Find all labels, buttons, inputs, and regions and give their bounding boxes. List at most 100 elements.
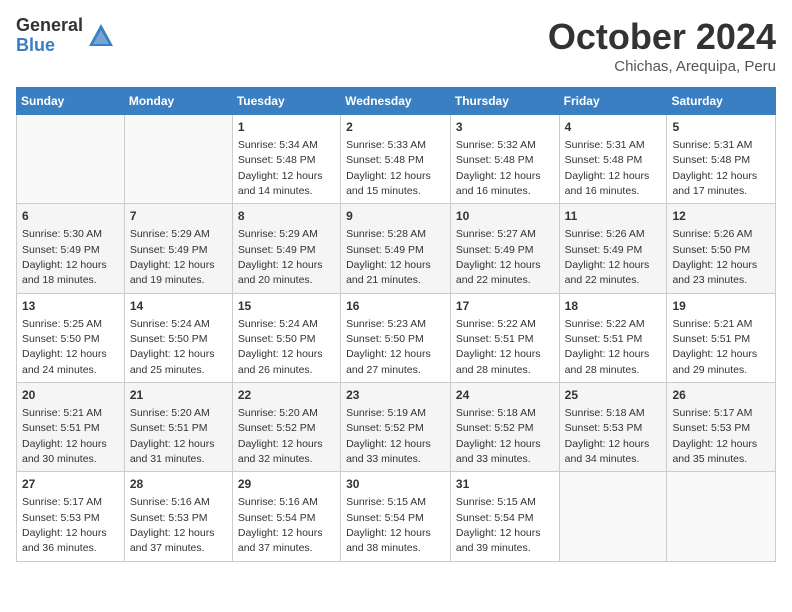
day-info: Sunrise: 5:23 AM Sunset: 5:50 PM Dayligh… bbox=[346, 318, 431, 376]
day-number: 12 bbox=[672, 208, 770, 225]
day-number: 3 bbox=[456, 119, 554, 136]
day-number: 27 bbox=[22, 476, 119, 493]
day-info: Sunrise: 5:22 AM Sunset: 5:51 PM Dayligh… bbox=[456, 318, 541, 376]
calendar-cell: 22 Sunrise: 5:20 AM Sunset: 5:52 PM Dayli… bbox=[232, 383, 340, 472]
calendar-cell bbox=[559, 472, 667, 561]
week-row-2: 6Sunrise: 5:30 AM Sunset: 5:49 PM Daylig… bbox=[17, 204, 776, 293]
calendar-cell: 13 Sunrise: 5:25 AM Sunset: 5:50 PM Dayli… bbox=[17, 293, 125, 382]
day-info: Sunrise: 5:25 AM Sunset: 5:50 PM Dayligh… bbox=[22, 318, 107, 376]
day-info: Sunrise: 5:22 AM Sunset: 5:51 PM Dayligh… bbox=[565, 318, 650, 376]
day-number: 22 bbox=[238, 387, 335, 404]
calendar-cell: 3Sunrise: 5:32 AM Sunset: 5:48 PM Daylig… bbox=[450, 115, 559, 204]
day-info: Sunrise: 5:15 AM Sunset: 5:54 PM Dayligh… bbox=[346, 496, 431, 554]
calendar-cell: 29 Sunrise: 5:16 AM Sunset: 5:54 PM Dayli… bbox=[232, 472, 340, 561]
day-info: Sunrise: 5:26 AM Sunset: 5:49 PM Dayligh… bbox=[565, 228, 650, 286]
calendar-cell: 7 Sunrise: 5:29 AM Sunset: 5:49 PM Daylig… bbox=[124, 204, 232, 293]
weekday-header-friday: Friday bbox=[559, 88, 667, 115]
day-info: Sunrise: 5:16 AM Sunset: 5:53 PM Dayligh… bbox=[130, 496, 215, 554]
day-info: Sunrise: 5:24 AM Sunset: 5:50 PM Dayligh… bbox=[130, 318, 215, 376]
day-number: 20 bbox=[22, 387, 119, 404]
weekday-header-monday: Monday bbox=[124, 88, 232, 115]
day-number: 7 bbox=[130, 208, 227, 225]
day-info: Sunrise: 5:29 AM Sunset: 5:49 PM Dayligh… bbox=[130, 228, 215, 286]
day-number: 16 bbox=[346, 298, 445, 315]
day-number: 26 bbox=[672, 387, 770, 404]
calendar-cell: 26 Sunrise: 5:17 AM Sunset: 5:53 PM Dayli… bbox=[667, 383, 776, 472]
day-info: Sunrise: 5:16 AM Sunset: 5:54 PM Dayligh… bbox=[238, 496, 323, 554]
day-number: 28 bbox=[130, 476, 227, 493]
day-info: Sunrise: 5:24 AM Sunset: 5:50 PM Dayligh… bbox=[238, 318, 323, 376]
calendar-cell: 10Sunrise: 5:27 AM Sunset: 5:49 PM Dayli… bbox=[450, 204, 559, 293]
page-header: General Blue October 2024 Chichas, Arequ… bbox=[16, 16, 776, 75]
day-number: 2 bbox=[346, 119, 445, 136]
calendar-cell: 14 Sunrise: 5:24 AM Sunset: 5:50 PM Dayli… bbox=[124, 293, 232, 382]
calendar-cell: 4 Sunrise: 5:31 AM Sunset: 5:48 PM Daylig… bbox=[559, 115, 667, 204]
day-number: 13 bbox=[22, 298, 119, 315]
day-info: Sunrise: 5:18 AM Sunset: 5:53 PM Dayligh… bbox=[565, 407, 650, 465]
day-number: 31 bbox=[456, 476, 554, 493]
day-info: Sunrise: 5:20 AM Sunset: 5:52 PM Dayligh… bbox=[238, 407, 323, 465]
day-info: Sunrise: 5:29 AM Sunset: 5:49 PM Dayligh… bbox=[238, 228, 323, 286]
calendar-cell: 25 Sunrise: 5:18 AM Sunset: 5:53 PM Dayli… bbox=[559, 383, 667, 472]
week-row-5: 27 Sunrise: 5:17 AM Sunset: 5:53 PM Dayli… bbox=[17, 472, 776, 561]
calendar-cell: 8Sunrise: 5:29 AM Sunset: 5:49 PM Daylig… bbox=[232, 204, 340, 293]
week-row-4: 20 Sunrise: 5:21 AM Sunset: 5:51 PM Dayli… bbox=[17, 383, 776, 472]
day-info: Sunrise: 5:30 AM Sunset: 5:49 PM Dayligh… bbox=[22, 228, 107, 286]
weekday-header-tuesday: Tuesday bbox=[232, 88, 340, 115]
day-number: 24 bbox=[456, 387, 554, 404]
logo-blue-text: Blue bbox=[16, 36, 83, 56]
calendar-cell: 20 Sunrise: 5:21 AM Sunset: 5:51 PM Dayli… bbox=[17, 383, 125, 472]
day-info: Sunrise: 5:21 AM Sunset: 5:51 PM Dayligh… bbox=[672, 318, 757, 376]
day-number: 14 bbox=[130, 298, 227, 315]
calendar-cell bbox=[17, 115, 125, 204]
calendar-cell: 2 Sunrise: 5:33 AM Sunset: 5:48 PM Daylig… bbox=[341, 115, 451, 204]
day-number: 5 bbox=[672, 119, 770, 136]
day-number: 4 bbox=[565, 119, 662, 136]
day-number: 30 bbox=[346, 476, 445, 493]
calendar-cell bbox=[667, 472, 776, 561]
day-info: Sunrise: 5:33 AM Sunset: 5:48 PM Dayligh… bbox=[346, 139, 431, 197]
day-info: Sunrise: 5:31 AM Sunset: 5:48 PM Dayligh… bbox=[565, 139, 650, 197]
day-info: Sunrise: 5:26 AM Sunset: 5:50 PM Dayligh… bbox=[672, 228, 757, 286]
calendar-cell: 6Sunrise: 5:30 AM Sunset: 5:49 PM Daylig… bbox=[17, 204, 125, 293]
day-number: 25 bbox=[565, 387, 662, 404]
day-info: Sunrise: 5:17 AM Sunset: 5:53 PM Dayligh… bbox=[22, 496, 107, 554]
day-number: 9 bbox=[346, 208, 445, 225]
day-number: 1 bbox=[238, 119, 335, 136]
day-info: Sunrise: 5:18 AM Sunset: 5:52 PM Dayligh… bbox=[456, 407, 541, 465]
calendar-cell: 11Sunrise: 5:26 AM Sunset: 5:49 PM Dayli… bbox=[559, 204, 667, 293]
calendar-cell: 16 Sunrise: 5:23 AM Sunset: 5:50 PM Dayli… bbox=[341, 293, 451, 382]
calendar-cell bbox=[124, 115, 232, 204]
weekday-header-saturday: Saturday bbox=[667, 88, 776, 115]
weekday-header-thursday: Thursday bbox=[450, 88, 559, 115]
day-number: 18 bbox=[565, 298, 662, 315]
calendar-cell: 1 Sunrise: 5:34 AM Sunset: 5:48 PM Daylig… bbox=[232, 115, 340, 204]
calendar-cell: 17Sunrise: 5:22 AM Sunset: 5:51 PM Dayli… bbox=[450, 293, 559, 382]
calendar-table: SundayMondayTuesdayWednesdayThursdayFrid… bbox=[16, 87, 776, 562]
weekday-header-sunday: Sunday bbox=[17, 88, 125, 115]
calendar-cell: 18 Sunrise: 5:22 AM Sunset: 5:51 PM Dayli… bbox=[559, 293, 667, 382]
logo: General Blue bbox=[16, 16, 115, 56]
calendar-cell: 9 Sunrise: 5:28 AM Sunset: 5:49 PM Daylig… bbox=[341, 204, 451, 293]
day-info: Sunrise: 5:31 AM Sunset: 5:48 PM Dayligh… bbox=[672, 139, 757, 197]
month-title: October 2024 bbox=[548, 16, 776, 58]
calendar-cell: 12 Sunrise: 5:26 AM Sunset: 5:50 PM Dayli… bbox=[667, 204, 776, 293]
calendar-cell: 24 Sunrise: 5:18 AM Sunset: 5:52 PM Dayli… bbox=[450, 383, 559, 472]
title-block: October 2024 Chichas, Arequipa, Peru bbox=[548, 16, 776, 75]
calendar-cell: 21Sunrise: 5:20 AM Sunset: 5:51 PM Dayli… bbox=[124, 383, 232, 472]
weekday-header-row: SundayMondayTuesdayWednesdayThursdayFrid… bbox=[17, 88, 776, 115]
logo-icon bbox=[87, 22, 115, 50]
day-info: Sunrise: 5:20 AM Sunset: 5:51 PM Dayligh… bbox=[130, 407, 215, 465]
day-info: Sunrise: 5:21 AM Sunset: 5:51 PM Dayligh… bbox=[22, 407, 107, 465]
day-info: Sunrise: 5:17 AM Sunset: 5:53 PM Dayligh… bbox=[672, 407, 757, 465]
weekday-header-wednesday: Wednesday bbox=[341, 88, 451, 115]
calendar-cell: 15Sunrise: 5:24 AM Sunset: 5:50 PM Dayli… bbox=[232, 293, 340, 382]
week-row-1: 1 Sunrise: 5:34 AM Sunset: 5:48 PM Daylig… bbox=[17, 115, 776, 204]
day-number: 19 bbox=[672, 298, 770, 315]
day-info: Sunrise: 5:28 AM Sunset: 5:49 PM Dayligh… bbox=[346, 228, 431, 286]
location-subtitle: Chichas, Arequipa, Peru bbox=[548, 58, 776, 75]
day-number: 29 bbox=[238, 476, 335, 493]
day-number: 23 bbox=[346, 387, 445, 404]
day-info: Sunrise: 5:15 AM Sunset: 5:54 PM Dayligh… bbox=[456, 496, 541, 554]
day-info: Sunrise: 5:34 AM Sunset: 5:48 PM Dayligh… bbox=[238, 139, 323, 197]
